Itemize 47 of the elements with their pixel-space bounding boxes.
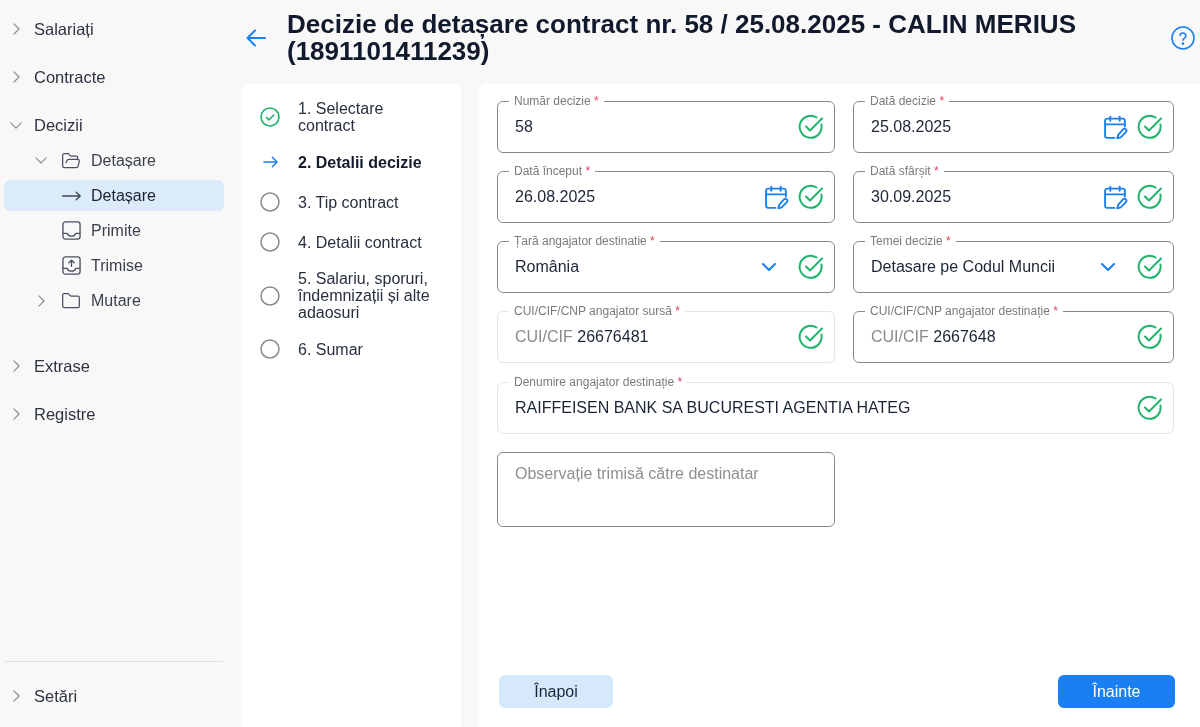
nav-item[interactable]: Extrase: [4, 348, 224, 384]
chevron-right-icon[interactable]: [12, 71, 20, 83]
chevron-down-icon[interactable]: [762, 263, 776, 271]
nav-item[interactable]: Salariați: [4, 11, 224, 47]
help-icon[interactable]: [1171, 26, 1195, 50]
nav-item[interactable]: Registre: [4, 396, 224, 432]
field-label: CUI/CIF/CNP angajator destinație *: [865, 303, 1063, 319]
chevron-right-icon[interactable]: [37, 294, 45, 307]
step-label: 4. Detalii contract: [298, 233, 423, 251]
folder-icon: [61, 290, 81, 311]
chevron-right-icon[interactable]: [12, 360, 20, 372]
chevron-down-icon[interactable]: [10, 121, 22, 129]
chevron-right-icon[interactable]: [12, 408, 20, 420]
field-label: Dată sfârșit *: [865, 163, 944, 179]
calendar-edit-icon[interactable]: [764, 184, 789, 210]
back-arrow-icon[interactable]: [246, 29, 266, 47]
page-title: Decizie de detașare contract nr. 58 / 25.08.2025 - CALIN MERIUS (1891101411239): [287, 11, 1077, 65]
step-label: 6. Sumar: [298, 340, 364, 358]
remark-field[interactable]: Observație trimisă către destinatar: [497, 452, 835, 527]
field-label: CUI/CIF/CNP angajator sursă *: [509, 303, 685, 319]
field-label: Dată început *: [509, 163, 596, 179]
calendar-edit-icon[interactable]: [1103, 114, 1128, 140]
tray-upload-icon: [61, 256, 81, 275]
nav-item[interactable]: Mutare: [4, 285, 224, 316]
inbox-icon: [61, 221, 81, 240]
arrow-right-icon: [61, 190, 81, 201]
chevron-right-icon[interactable]: [12, 690, 20, 702]
nav-item[interactable]: Setări: [4, 678, 224, 714]
next-button[interactable]: Înainte: [1058, 675, 1175, 708]
chevron-down-icon[interactable]: [35, 157, 47, 164]
nav-item[interactable]: Trimise: [4, 250, 224, 281]
nav-item[interactable]: Decizii: [4, 107, 224, 143]
calendar-edit-icon[interactable]: [1103, 184, 1128, 210]
step-label: 1. Selectare contract: [298, 100, 385, 134]
nav-item[interactable]: Contracte: [4, 59, 224, 95]
back-button[interactable]: Înapoi: [499, 675, 613, 708]
field-label: Denumire angajator destinație *: [509, 374, 688, 390]
nav-item[interactable]: Detașare: [4, 180, 224, 211]
folder-open-icon: [61, 150, 81, 171]
step-label: 3. Tip contract: [298, 193, 400, 211]
step-label: 5. Salariu, sporuri, îndemnizații și alte adaosuri: [298, 270, 431, 321]
field-label: Țară angajator destinatie *: [509, 233, 660, 249]
chevron-right-icon[interactable]: [12, 23, 20, 35]
chevron-down-icon[interactable]: [1101, 263, 1115, 271]
nav-item[interactable]: Detașare: [4, 145, 224, 176]
nav-item[interactable]: Primite: [4, 215, 224, 246]
step-label: 2. Detalii decizie: [298, 153, 423, 171]
